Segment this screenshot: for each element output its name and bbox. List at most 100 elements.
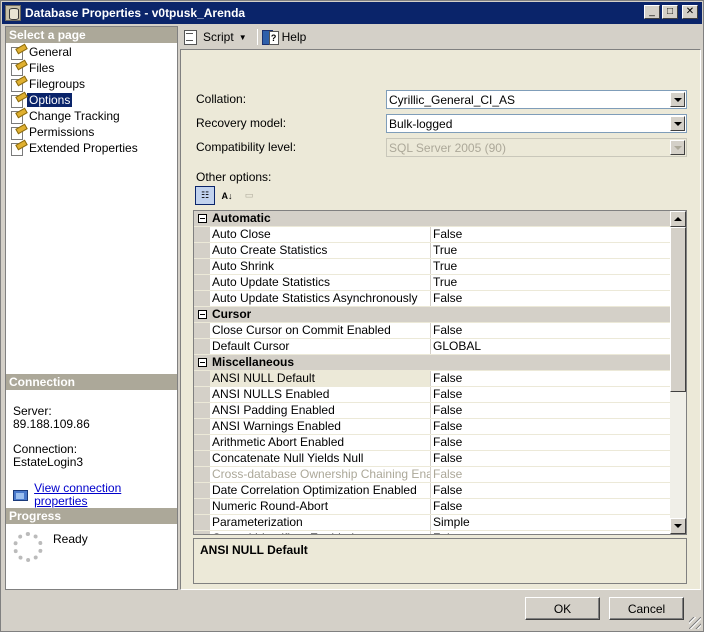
grid-category-cursor[interactable]: Cursor [194, 307, 686, 323]
cancel-button[interactable]: Cancel [609, 597, 684, 620]
page-item-label: Permissions [29, 125, 95, 139]
grid-row[interactable]: Cross-database Ownership Chaining Enable… [194, 467, 686, 483]
grid-property-value[interactable]: True [431, 275, 686, 290]
grid-property-name[interactable]: Auto Close [210, 227, 431, 242]
grid-property-value[interactable]: False [431, 323, 686, 338]
grid-property-name[interactable]: ANSI Padding Enabled [210, 403, 431, 418]
help-button[interactable]: Help [261, 30, 306, 45]
chevron-down-icon[interactable] [670, 92, 685, 107]
page-item-permissions[interactable]: Permissions [6, 124, 177, 140]
grid-property-value[interactable]: False [431, 227, 686, 242]
grid-vertical-scrollbar[interactable] [670, 211, 686, 534]
grid-property-name[interactable]: ANSI Warnings Enabled [210, 419, 431, 434]
grid-category-miscellaneous[interactable]: Miscellaneous [194, 355, 686, 371]
collapse-icon[interactable] [197, 214, 207, 223]
grid-property-name[interactable]: Parameterization [210, 515, 431, 530]
grid-row[interactable]: Arithmetic Abort Enabled False [194, 435, 686, 451]
page-item-change-tracking[interactable]: Change Tracking [6, 108, 177, 124]
recovery-model-select[interactable]: Bulk-logged [386, 114, 687, 133]
grid-row[interactable]: Numeric Round-Abort False [194, 499, 686, 515]
grid-property-name[interactable]: Quoted Identifiers Enabled [210, 531, 431, 534]
grid-row[interactable]: Auto Update Statistics True [194, 275, 686, 291]
scroll-down-button[interactable] [670, 518, 686, 534]
grid-property-name[interactable]: Arithmetic Abort Enabled [210, 435, 431, 450]
page-settings-icon [10, 46, 26, 60]
grid-row[interactable]: Date Correlation Optimization Enabled Fal… [194, 483, 686, 499]
grid-category-automatic[interactable]: Automatic [194, 211, 686, 227]
view-connection-properties[interactable]: View connection properties [13, 482, 170, 508]
page-item-extended-properties[interactable]: Extended Properties [6, 140, 177, 156]
category-toggle[interactable] [194, 355, 210, 370]
grid-property-name[interactable]: Default Cursor [210, 339, 431, 354]
options-property-grid[interactable]: Automatic Auto Close False Auto Create Stat… [193, 210, 687, 535]
grid-property-name[interactable]: Auto Update Statistics Asynchronously [210, 291, 431, 306]
category-toggle[interactable] [194, 307, 210, 322]
grid-row[interactable]: Auto Close False [194, 227, 686, 243]
grid-row[interactable]: ANSI NULL Default False [194, 371, 686, 387]
ok-button[interactable]: OK [525, 597, 600, 620]
grid-property-value[interactable]: False [431, 499, 686, 514]
grid-property-value[interactable]: False [431, 531, 686, 534]
script-button[interactable]: Script ▼ [183, 30, 247, 45]
page-item-files[interactable]: Files [6, 60, 177, 76]
grid-property-value[interactable]: GLOBAL [431, 339, 686, 354]
chevron-down-icon[interactable] [670, 116, 685, 131]
connection-header: Connection [6, 374, 177, 390]
grid-property-value[interactable]: False [431, 371, 686, 386]
grid-property-name[interactable]: Close Cursor on Commit Enabled [210, 323, 431, 338]
grid-property-name[interactable]: Auto Update Statistics [210, 275, 431, 290]
grid-property-name[interactable]: Cross-database Ownership Chaining Enable… [210, 467, 431, 482]
grid-property-value[interactable]: False [431, 403, 686, 418]
collapse-icon[interactable] [197, 310, 207, 319]
page-item-filegroups[interactable]: Filegroups [6, 76, 177, 92]
collapse-icon[interactable] [197, 358, 207, 367]
grid-property-value[interactable]: False [431, 419, 686, 434]
property-pages-icon: ▭ [244, 190, 254, 200]
grid-row[interactable]: ANSI Warnings Enabled False [194, 419, 686, 435]
title-bar[interactable]: Database Properties - v0tpusk_Arenda _ □… [2, 2, 702, 24]
chevron-down-icon[interactable]: ▼ [239, 33, 247, 42]
grid-row[interactable]: Auto Create Statistics True [194, 243, 686, 259]
minimize-button[interactable]: _ [644, 5, 660, 19]
grid-property-value[interactable]: Simple [431, 515, 686, 530]
progress-section: Progress Ready [6, 508, 177, 570]
grid-property-name[interactable]: ANSI NULL Default [210, 371, 431, 386]
categorized-view-icon[interactable]: ☷ [195, 186, 215, 205]
grid-property-value[interactable]: True [431, 243, 686, 258]
collation-select[interactable]: Cyrillic_General_CI_AS [386, 90, 687, 109]
grid-property-value[interactable]: False [431, 483, 686, 498]
grid-property-value[interactable]: False [431, 467, 686, 482]
grid-property-value[interactable]: False [431, 435, 686, 450]
alphabetical-sort-icon[interactable]: A↓ [217, 186, 237, 205]
grid-row[interactable]: Concatenate Null Yields Null False [194, 451, 686, 467]
page-item-general[interactable]: General [6, 44, 177, 60]
resize-grip-icon[interactable] [689, 617, 701, 629]
grid-property-name[interactable]: Auto Shrink [210, 259, 431, 274]
grid-row[interactable]: Default Cursor GLOBAL [194, 339, 686, 355]
grid-property-name[interactable]: Auto Create Statistics [210, 243, 431, 258]
grid-property-name[interactable]: ANSI NULLS Enabled [210, 387, 431, 402]
grid-row[interactable]: Auto Shrink True [194, 259, 686, 275]
view-connection-properties-link[interactable]: View connection properties [34, 482, 170, 508]
close-button[interactable]: ✕ [682, 5, 698, 19]
grid-property-value[interactable]: False [431, 291, 686, 306]
page-settings-icon [10, 78, 26, 92]
grid-row[interactable]: ANSI NULLS Enabled False [194, 387, 686, 403]
grid-property-value[interactable]: False [431, 387, 686, 402]
grid-row[interactable]: ANSI Padding Enabled False [194, 403, 686, 419]
scroll-up-button[interactable] [670, 211, 686, 227]
scroll-thumb[interactable] [670, 227, 686, 392]
maximize-button[interactable]: □ [662, 5, 678, 19]
grid-property-name[interactable]: Numeric Round-Abort [210, 499, 431, 514]
grid-row[interactable]: Close Cursor on Commit Enabled False [194, 323, 686, 339]
page-item-options[interactable]: Options [6, 92, 177, 108]
grid-property-value[interactable]: True [431, 259, 686, 274]
grid-property-name[interactable]: Concatenate Null Yields Null [210, 451, 431, 466]
grid-row[interactable]: Auto Update Statistics Asynchronously Fal… [194, 291, 686, 307]
category-toggle[interactable] [194, 211, 210, 226]
grid-row[interactable]: Quoted Identifiers EnabledFalse [194, 531, 686, 534]
grid-row-gutter [194, 467, 210, 482]
grid-property-name[interactable]: Date Correlation Optimization Enabled [210, 483, 431, 498]
grid-row[interactable]: Parameterization Simple [194, 515, 686, 531]
grid-property-value[interactable]: False [431, 451, 686, 466]
